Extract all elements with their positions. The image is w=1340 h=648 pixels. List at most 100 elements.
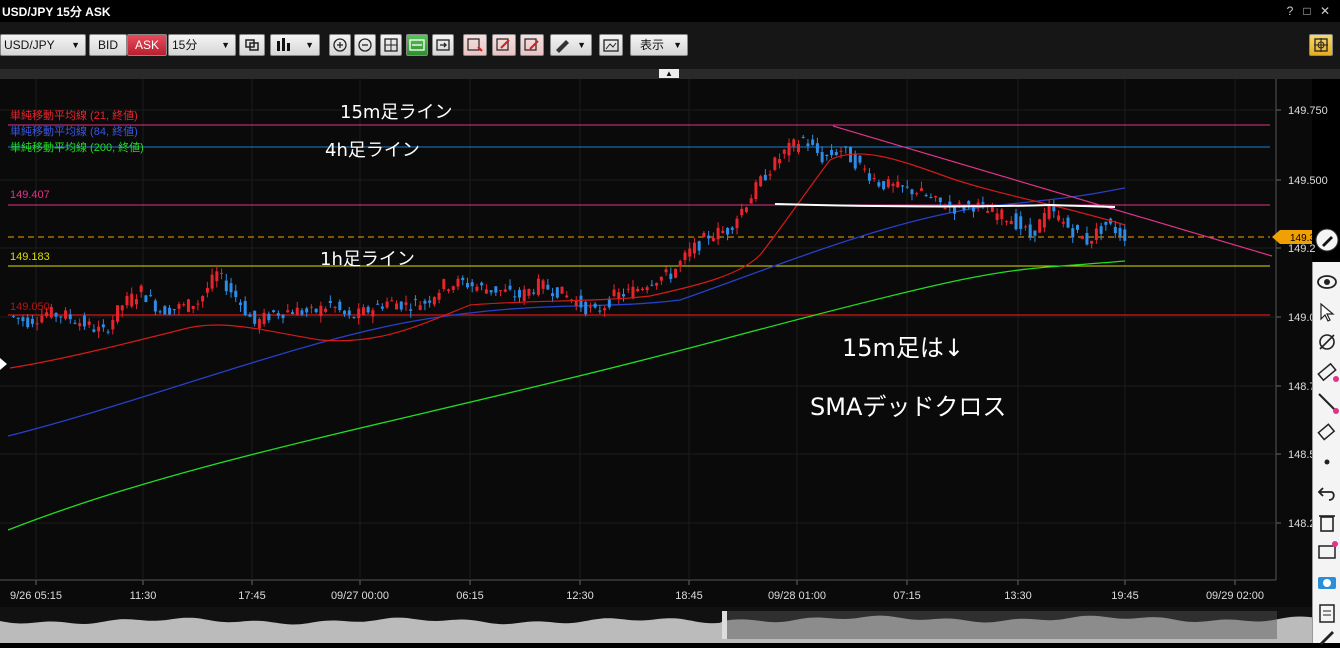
candle-body — [536, 278, 540, 295]
candle-body — [224, 280, 228, 292]
candle-body — [499, 290, 503, 292]
dot-icon[interactable] — [1315, 450, 1339, 474]
candle-body — [834, 151, 838, 156]
candle-body — [73, 322, 77, 324]
candle-body — [773, 157, 777, 170]
candle-body — [366, 306, 370, 313]
eye-icon[interactable] — [1315, 270, 1339, 294]
drawing-tools-panel — [1312, 262, 1340, 645]
candle-body — [390, 300, 394, 302]
candle-body — [678, 260, 682, 267]
annotation-note-2: SMAデッドクロス — [810, 393, 1006, 421]
x-tick-label: 07:15 — [893, 590, 921, 602]
candle-body — [1028, 224, 1032, 237]
line-tool-icon[interactable] — [1315, 390, 1339, 414]
candle-body — [551, 293, 555, 297]
candle-body — [257, 319, 261, 329]
candle-body — [910, 189, 914, 195]
candle-body — [1005, 221, 1009, 223]
candle-body — [1066, 217, 1070, 228]
x-tick-label: 12:30 — [566, 590, 594, 602]
candle-body — [896, 181, 900, 188]
x-tick-label: 09/28 01:00 — [768, 590, 826, 602]
x-tick-label: 9/26 05:15 — [10, 590, 62, 602]
candle-body — [863, 168, 867, 170]
candle-body — [659, 276, 663, 281]
eraser-icon[interactable] — [1315, 420, 1339, 444]
candle-body — [347, 310, 351, 316]
level-label-149050: 149.050 — [10, 301, 50, 313]
candle-body — [186, 299, 190, 312]
candle-body — [640, 288, 644, 290]
candle-body — [428, 300, 432, 303]
candle-body — [286, 310, 290, 313]
pencil-icon[interactable] — [1315, 624, 1339, 648]
candle-body — [664, 269, 668, 273]
candle-body — [49, 306, 53, 318]
candle-body — [967, 201, 971, 205]
undo-icon[interactable] — [1315, 480, 1339, 504]
candle-body — [172, 309, 176, 311]
candle-body — [144, 295, 148, 303]
candle-body — [811, 139, 815, 145]
candle-body — [1094, 228, 1098, 240]
candle-body — [153, 300, 157, 312]
candle-body — [35, 323, 39, 325]
candle-body — [1071, 228, 1075, 238]
candle-body — [754, 182, 758, 200]
candle-body — [97, 326, 101, 332]
candle-body — [177, 304, 181, 309]
candle-body — [830, 149, 834, 156]
candle-body — [853, 153, 857, 169]
pointer-icon[interactable] — [1315, 300, 1339, 324]
candle-body — [423, 300, 427, 304]
candle-body — [158, 311, 162, 313]
candle-body — [636, 288, 640, 292]
annotation-1h-line: 1h足ライン — [320, 249, 415, 270]
candle-body — [413, 299, 417, 301]
x-tick-label: 19:45 — [1111, 590, 1139, 602]
candle-body — [546, 284, 550, 290]
candle-body — [532, 292, 536, 294]
candle-body — [768, 174, 772, 176]
camera-icon[interactable] — [1315, 570, 1339, 594]
candle-body — [721, 230, 725, 234]
candle-body — [1057, 215, 1061, 221]
candle-body — [593, 303, 597, 308]
scroll-handle[interactable] — [722, 611, 727, 639]
candle-body — [1118, 228, 1122, 237]
candle-body — [125, 296, 129, 306]
candle-body — [503, 289, 507, 292]
template-icon[interactable] — [1315, 540, 1339, 564]
candle-body — [626, 288, 630, 290]
candle-body — [480, 282, 484, 286]
candle-body — [78, 323, 82, 327]
candle-body — [901, 185, 905, 187]
candle-body — [1038, 219, 1042, 233]
candle-body — [938, 197, 942, 203]
candle-body — [877, 182, 881, 187]
candle-body — [120, 305, 124, 311]
legend-sma84: 単純移動平均線 (84, 終値) — [10, 124, 138, 138]
candle-body — [1080, 236, 1084, 239]
compass-icon[interactable] — [1315, 330, 1339, 354]
trash-icon[interactable] — [1315, 510, 1339, 534]
candle-body — [54, 313, 58, 317]
candle-body — [409, 309, 413, 311]
chart-scrollbar[interactable] — [0, 607, 1312, 643]
clipboard-icon[interactable] — [1315, 600, 1339, 624]
legend-sma200: 単純移動平均線 (200, 終値) — [10, 140, 144, 154]
candle-body — [603, 308, 607, 311]
candle-body — [262, 312, 266, 324]
candle-body — [839, 150, 843, 152]
x-tick-label: 06:15 — [456, 590, 484, 602]
candle-body — [707, 235, 711, 239]
x-tick-label: 17:45 — [238, 590, 266, 602]
ruler-icon[interactable] — [1315, 360, 1339, 384]
price-chart[interactable]: 149.750149.500149.2149.0148.7148.5148.2 … — [0, 0, 1340, 643]
chart-plot-area — [0, 79, 1276, 607]
candle-body — [1047, 205, 1051, 219]
legend-sma21: 単純移動平均線 (21, 終値) — [10, 108, 138, 122]
y-tick-label: 149.2 — [1288, 243, 1316, 255]
candle-body — [971, 207, 975, 212]
